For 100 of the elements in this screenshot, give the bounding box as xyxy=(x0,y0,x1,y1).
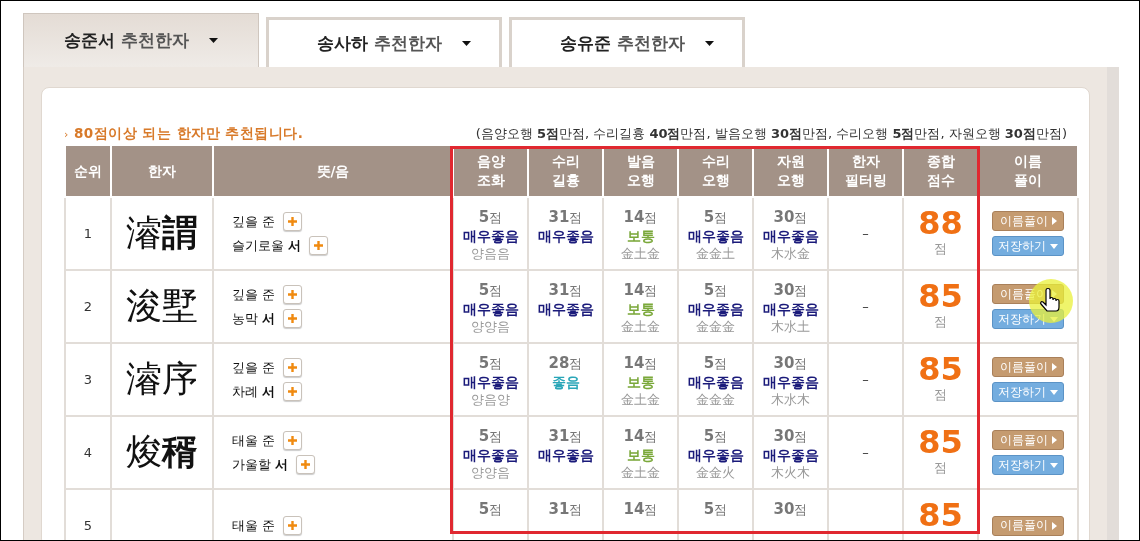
caret-icon xyxy=(1050,462,1058,468)
column-header: 자원 오행 xyxy=(753,146,828,197)
score-points: 5점 xyxy=(477,500,504,519)
save-button[interactable]: 저장하기 xyxy=(992,455,1064,475)
score-points: 5점 xyxy=(477,208,504,227)
tab[interactable]: 송유준 추천한자 xyxy=(509,17,745,67)
meaning-text: 깊을 준 xyxy=(232,212,276,231)
bullet-marker: › xyxy=(64,127,69,141)
total-score: 85 xyxy=(917,352,964,386)
play-icon xyxy=(1051,436,1057,444)
rank: 1 xyxy=(83,226,93,241)
tab[interactable]: 송준서 추천한자 xyxy=(23,13,259,67)
add-button[interactable] xyxy=(283,212,303,231)
add-button[interactable] xyxy=(283,309,303,328)
total-score: 85 xyxy=(917,425,964,459)
element-text: 金金火 xyxy=(695,464,736,482)
total-score: 88 xyxy=(917,206,964,240)
score-points: 14점 xyxy=(622,208,659,227)
add-button[interactable] xyxy=(296,455,316,474)
element-text: 木火木 xyxy=(770,464,811,482)
element-text: 金土金 xyxy=(620,245,661,263)
meaning-text: 태울 준 xyxy=(232,516,276,535)
name-analysis-button[interactable]: 이름풀이 xyxy=(992,357,1064,377)
score-points: 5점 xyxy=(477,427,504,446)
plus-icon xyxy=(313,240,325,251)
add-button[interactable] xyxy=(283,285,303,304)
column-header: 순위 xyxy=(65,146,111,197)
element-text: 양양음 xyxy=(470,318,511,336)
save-button[interactable]: 저장하기 xyxy=(992,382,1064,402)
column-header: 뜻/음 xyxy=(213,146,453,197)
column-header: 발음 오행 xyxy=(603,146,678,197)
score-points: 30점 xyxy=(772,427,809,446)
plus-icon xyxy=(287,435,299,446)
plus-icon xyxy=(287,313,299,324)
name-analysis-button[interactable]: 이름풀이 xyxy=(992,430,1064,450)
element-text: 양양음 xyxy=(470,464,511,482)
save-button[interactable]: 저장하기 xyxy=(992,236,1064,256)
plus-icon xyxy=(287,520,299,531)
score-points: 5점 xyxy=(702,500,729,519)
grade-text: 보통 xyxy=(625,227,656,245)
column-header: 음양 조화 xyxy=(453,146,528,197)
score-points: 5점 xyxy=(477,281,504,300)
meaning-text: 슬기로울 서 xyxy=(232,236,302,255)
grade-text: 매우좋음 xyxy=(536,446,595,464)
filter-text: – xyxy=(862,299,869,314)
plus-icon xyxy=(300,459,312,470)
hanja: 濬謂 xyxy=(126,212,198,253)
score-points: 30점 xyxy=(772,208,809,227)
caret-icon xyxy=(705,41,714,46)
plus-icon xyxy=(287,289,299,300)
meaning-text: 깊을 준 xyxy=(232,358,276,377)
grade-text: 좋음 xyxy=(550,373,581,391)
element-text: 양음양 xyxy=(470,391,511,409)
grade-text: 매우좋음 xyxy=(686,227,745,245)
grade-text: 매우좋음 xyxy=(761,373,820,391)
grade-text: 매우좋음 xyxy=(686,300,745,318)
hanja: 濬序 xyxy=(126,358,198,399)
plus-icon xyxy=(287,216,299,227)
score-points: 31점 xyxy=(547,427,584,446)
plus-icon xyxy=(287,386,299,397)
name-analysis-button[interactable]: 이름풀이 xyxy=(992,211,1064,231)
score-points: 31점 xyxy=(547,281,584,300)
element-text: 金土金 xyxy=(620,464,661,482)
grade-text: 보통 xyxy=(625,300,656,318)
add-button[interactable] xyxy=(283,516,303,535)
rank: 2 xyxy=(83,299,93,314)
plus-icon xyxy=(287,362,299,373)
score-points: 14점 xyxy=(622,427,659,446)
score-points: 14점 xyxy=(622,500,659,519)
rank: 4 xyxy=(83,445,93,460)
score-points: 30점 xyxy=(772,500,809,519)
name-analysis-button[interactable]: 이름풀이 xyxy=(992,515,1064,536)
column-header: 이름 풀이 xyxy=(978,146,1078,197)
tab[interactable]: 송사하 추천한자 xyxy=(266,17,502,67)
element-text: 金土金 xyxy=(620,391,661,409)
score-points: 30점 xyxy=(772,281,809,300)
rank: 5 xyxy=(83,518,93,533)
score-points: 14점 xyxy=(622,281,659,300)
element-text: 木水木 xyxy=(770,391,811,409)
score-unit: 점 xyxy=(933,386,948,404)
element-text: 木水土 xyxy=(770,318,811,336)
meaning-text: 차례 서 xyxy=(232,382,276,401)
total-score: 85 xyxy=(917,498,964,532)
add-button[interactable] xyxy=(283,358,303,377)
add-button[interactable] xyxy=(309,236,329,255)
add-button[interactable] xyxy=(283,382,303,401)
score-points: 5점 xyxy=(702,427,729,446)
score-points: 14점 xyxy=(622,354,659,373)
caret-icon xyxy=(1050,243,1058,249)
hanja: 浚墅 xyxy=(126,285,198,326)
element-text: 金土金 xyxy=(620,318,661,336)
score-unit: 점 xyxy=(933,459,948,477)
grade-text: 매우좋음 xyxy=(686,373,745,391)
play-icon xyxy=(1051,363,1057,371)
caret-icon xyxy=(1050,389,1058,395)
score-unit: 점 xyxy=(933,313,948,331)
add-button[interactable] xyxy=(283,431,303,450)
element-text: 양음음 xyxy=(470,245,511,263)
grade-text: 매우좋음 xyxy=(536,227,595,245)
filter-text: – xyxy=(862,445,869,460)
